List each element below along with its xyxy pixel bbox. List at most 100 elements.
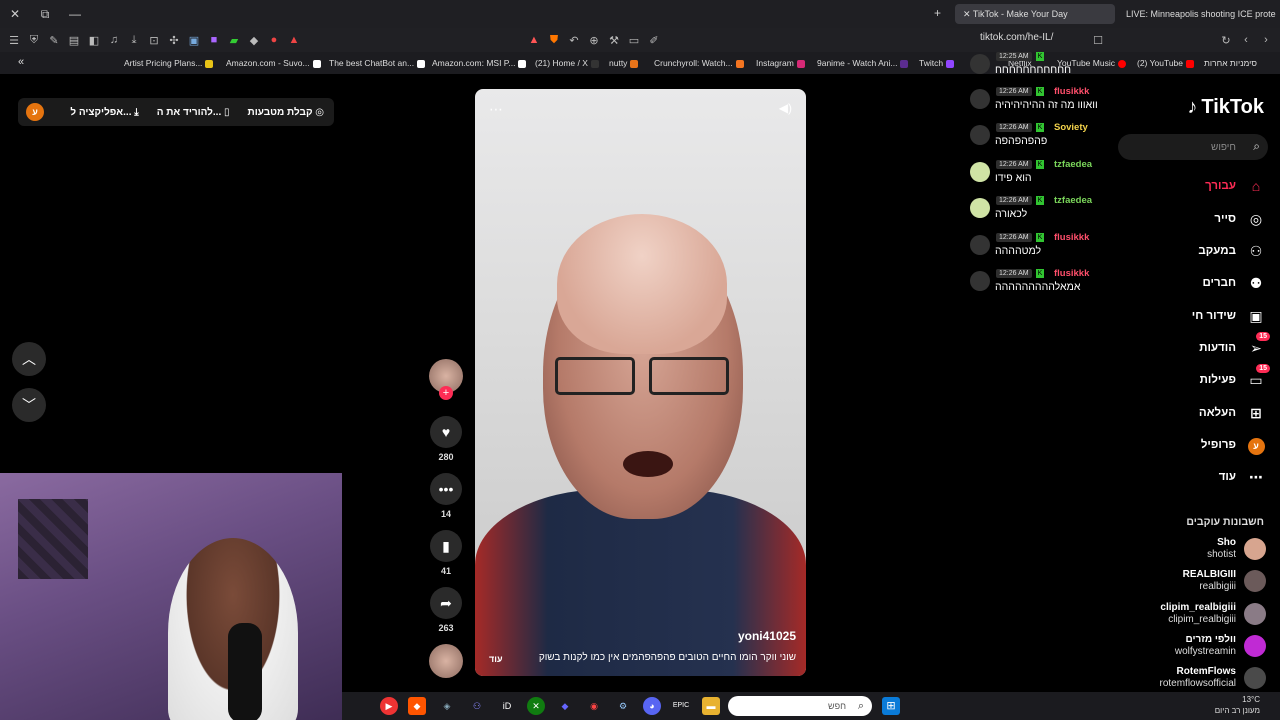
teams-icon[interactable]: ⚇ (468, 697, 486, 715)
promo-coins-button[interactable]: קבלת מטבעות ◎ (248, 107, 324, 118)
file-explorer-icon[interactable]: ▬ (702, 697, 720, 715)
search-icon[interactable]: ⌕ (1253, 139, 1260, 154)
video-username[interactable]: yoni41025 (738, 629, 796, 643)
cast-icon[interactable]: ▭ (624, 30, 644, 50)
nav-friends[interactable]: חברים ⚉ (1202, 272, 1266, 294)
bookmark-item[interactable]: Twitch (919, 58, 955, 68)
nav-profile[interactable]: פרופיל ע (1201, 434, 1266, 456)
share-arrow-icon[interactable]: ➦ (430, 587, 462, 619)
new-tab-icon[interactable]: + (934, 6, 941, 20)
bookmark-item[interactable]: nutty (609, 58, 639, 68)
address-bar[interactable]: tiktok.com/he-IL/ (980, 32, 1053, 43)
reload-icon[interactable]: ↻ (1216, 30, 1236, 50)
download-icon[interactable]: ⤓ (124, 30, 144, 50)
following-account[interactable]: וולפי מזרים wolfystreamin (1126, 632, 1266, 662)
following-account[interactable]: clipim_realbigiii clipim_realbigiii (1126, 600, 1266, 630)
menu-icon[interactable]: ☰ (4, 30, 24, 50)
xbox-icon[interactable]: ✕ (527, 697, 545, 715)
windows-start-icon[interactable]: ⊞ (882, 697, 900, 715)
nav-upload[interactable]: העלאה ⊞ (1199, 402, 1266, 424)
bookmark-icon[interactable]: ▮ (430, 530, 462, 562)
follow-plus-icon[interactable]: + (439, 386, 453, 400)
creator-avatar-button[interactable]: + (428, 359, 464, 400)
nav-live[interactable]: שידור חי ▣ (1192, 305, 1266, 327)
close-window-icon[interactable]: ✕ (0, 7, 30, 21)
tab-tiktok[interactable]: ✕ TikTok - Make Your Day (955, 4, 1115, 24)
next-video-button[interactable]: ﹀ (12, 388, 46, 422)
share-button[interactable]: ➦ 263 (428, 587, 464, 633)
tiktok-logo[interactable]: ♪ TikTok (1187, 96, 1264, 119)
reader-icon[interactable]: ▤ (64, 30, 84, 50)
app-icon[interactable]: ◉ (585, 697, 603, 715)
save-button[interactable]: ▮ 41 (428, 530, 464, 576)
pen-icon[interactable]: ✎ (44, 30, 64, 50)
extension-icon[interactable]: ● (264, 30, 284, 50)
pen-icon[interactable]: ✐ (644, 30, 664, 50)
music-disc-icon[interactable] (429, 644, 463, 678)
minimize-icon[interactable]: — (60, 7, 90, 21)
shield-icon[interactable]: ⛨ (24, 30, 44, 50)
extension-icon[interactable]: ◆ (244, 30, 264, 50)
promo-app-button[interactable]: אפליקציה ל... ⤓ (70, 107, 138, 118)
comment-button[interactable]: ••• 14 (428, 473, 464, 519)
previous-video-button[interactable]: ︿ (12, 342, 46, 376)
volume-icon[interactable]: ◀) (779, 101, 792, 115)
bookmark-item[interactable]: (2) YouTube (1137, 58, 1194, 68)
brave-rewards-icon[interactable]: ▲ (524, 30, 544, 50)
following-account[interactable]: RotemFlows rotemflowsofficial (1126, 664, 1266, 694)
comment-icon[interactable]: ••• (430, 473, 462, 505)
bookmark-item[interactable]: סימניות אחרות (1204, 58, 1257, 68)
nav-for-you[interactable]: עבורך ⌂ (1205, 175, 1266, 197)
nav-activity[interactable]: פעילות ▭ 15 (1200, 363, 1270, 391)
media-player-icon[interactable]: ▶ (380, 697, 398, 715)
bookmark-item[interactable]: The best ChatBot an... (329, 58, 426, 68)
extensions-icon[interactable]: ✣ (164, 30, 184, 50)
heart-icon[interactable]: ♥ (430, 416, 462, 448)
brave-browser-icon[interactable]: ◆ (408, 697, 426, 715)
promo-download-button[interactable]: להוריד את ה... ▯ (157, 107, 230, 118)
extension-icon[interactable]: ▣ (184, 30, 204, 50)
shield-brave-icon[interactable]: ▲ (284, 30, 304, 50)
id-app-icon[interactable]: iD (498, 697, 516, 715)
video-player[interactable]: ⋯ ◀) yoni41025 שוני ווקר הומו החיים הטוב… (475, 89, 806, 676)
music-disc-button[interactable] (428, 644, 464, 678)
epic-games-icon[interactable]: EPIC (672, 697, 690, 715)
tab-close-icon[interactable]: ✕ (963, 9, 973, 19)
discord-icon[interactable]: ◕ (643, 697, 661, 715)
more-options-icon[interactable]: ⋯ (489, 101, 503, 118)
bookmark-item[interactable]: Amazon.com: MSI P... (432, 58, 527, 68)
bookmark-icon[interactable]: ☐ (1088, 30, 1108, 50)
like-button[interactable]: ♥ 280 (428, 416, 464, 462)
nav-explore[interactable]: סייר ◎ (1214, 208, 1266, 230)
undo-icon[interactable]: ↶ (564, 30, 584, 50)
steam-icon[interactable]: ⚙ (614, 697, 632, 715)
weather-widget[interactable]: 13°C מעונן רב היום (1215, 694, 1260, 716)
tab-overview-icon[interactable]: ⧉ (30, 7, 60, 22)
zoom-icon[interactable]: ⊕ (584, 30, 604, 50)
brave-icon[interactable]: ⛊ (544, 30, 564, 50)
tools-icon[interactable]: ⚒ (604, 30, 624, 50)
extension-icon[interactable]: ▰ (224, 30, 244, 50)
collapse-sidebar-icon[interactable]: « (18, 56, 24, 68)
nav-following[interactable]: במעקב ⚇ (1198, 240, 1266, 262)
app-icon[interactable]: ◆ (556, 697, 574, 715)
nav-messages[interactable]: הודעות ➢ 15 (1199, 331, 1270, 359)
bookmark-item[interactable]: Amazon.com - Suvo... (226, 58, 321, 68)
music-icon[interactable]: ♫ (104, 30, 124, 50)
nav-more[interactable]: עוד ⋯ (1219, 466, 1266, 488)
bookmark-item[interactable]: Crunchyroll: Watch... (654, 58, 744, 68)
bookmark-item[interactable]: Artist Pricing Plans... (124, 58, 214, 68)
avatar[interactable]: ע (26, 103, 44, 121)
bookmark-item[interactable]: 9anime - Watch Ani... (817, 58, 909, 68)
sidebar-icon[interactable]: ◧ (84, 30, 104, 50)
search-input[interactable]: חיפוש ⌕ (1118, 134, 1268, 160)
bookmark-item[interactable]: Instagram (756, 58, 805, 68)
tab-news[interactable]: LIVE: Minneapolis shooting ICE prote (1118, 4, 1278, 24)
following-account[interactable]: REALBIGIII realbigiii (1126, 567, 1266, 597)
back-icon[interactable]: ‹ (1236, 30, 1256, 50)
extension-icon[interactable]: ■ (204, 30, 224, 50)
bookmark-item[interactable]: (21) Home / X (535, 58, 599, 68)
screenshot-icon[interactable]: ⊡ (144, 30, 164, 50)
forward-icon[interactable]: › (1256, 30, 1276, 50)
taskbar-search[interactable]: חפש ⌕ (728, 696, 872, 716)
